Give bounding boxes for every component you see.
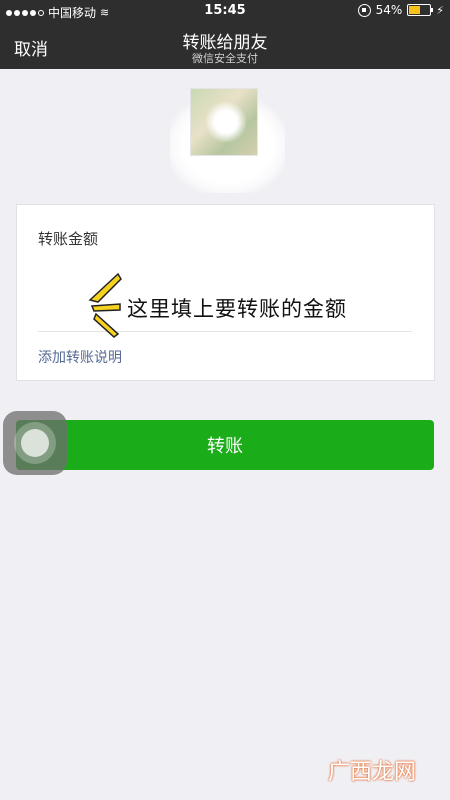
page-subtitle: 微信安全支付 [192, 52, 258, 65]
battery-fill [409, 6, 421, 14]
rotation-lock-icon [357, 3, 371, 17]
battery-icon [407, 4, 434, 16]
transfer-button[interactable]: 转账 [16, 420, 434, 470]
status-right: 54% ⚡ [357, 3, 444, 17]
assistive-touch-button[interactable] [3, 411, 67, 475]
avatar-mask [206, 102, 246, 142]
battery-percent: 54% [375, 3, 403, 17]
add-note-link[interactable]: 添加转账说明 [38, 347, 122, 367]
recipient-avatar-area [160, 78, 300, 198]
sparkle-icon [88, 272, 122, 338]
nav-bar: 取消 转账给朋友 微信安全支付 [0, 22, 450, 69]
charging-icon: ⚡ [436, 3, 444, 17]
status-bar: 中国移动 ≋ 15:45 54% ⚡ [0, 0, 450, 22]
assistive-touch-icon [21, 429, 49, 457]
amount-label: 转账金额 [38, 230, 99, 248]
annotation-text: 这里填上要转账的金额 [127, 297, 347, 321]
watermark-logo: 广西龙网 [327, 760, 416, 785]
